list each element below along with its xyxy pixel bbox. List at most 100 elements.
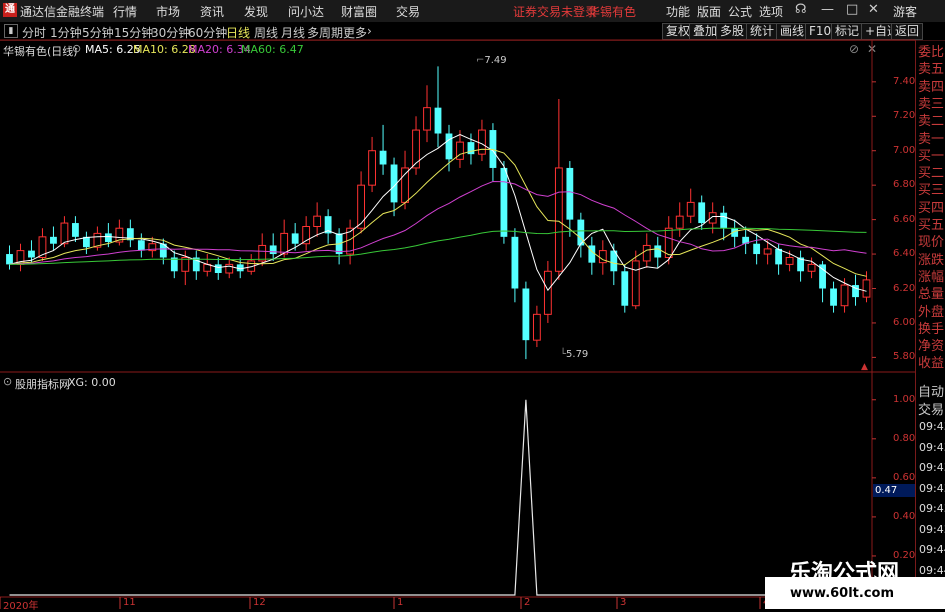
candle-body <box>675 215 684 229</box>
x-axis-label: 2020年 <box>3 601 39 612</box>
candle-body <box>763 248 772 255</box>
candle-body <box>511 236 519 289</box>
quote-field-label: 收益 <box>918 356 945 372</box>
trade-time-label: 09:43 <box>919 461 945 474</box>
indicator-tick-label: 0.80 <box>893 432 916 444</box>
x-axis-label: 12 <box>253 597 266 608</box>
quote-field-label: 买五 <box>918 218 945 233</box>
price-tick-label: 6.20 <box>893 282 916 294</box>
current-value-tag: 0.47 <box>873 484 915 497</box>
candle-body <box>412 129 420 169</box>
candle-body <box>137 240 145 251</box>
watermark-text: 乐淘公式网 <box>789 561 900 586</box>
candle-body <box>423 107 431 131</box>
low-price-label: └5.79 <box>560 349 589 360</box>
ma5-line <box>9 133 867 292</box>
candle-body <box>6 254 13 265</box>
candle-body <box>214 264 222 273</box>
xg-line <box>9 399 867 596</box>
candle-body <box>840 284 849 307</box>
candle-body <box>478 129 486 155</box>
candle-body <box>698 202 706 224</box>
trade-time-label: 09:44 <box>919 563 945 577</box>
candle-body <box>566 167 574 220</box>
candle-body <box>631 260 640 307</box>
candle-body <box>72 223 79 237</box>
quote-field-label: 外盘 <box>918 304 945 320</box>
quote-section-label: 自动 <box>918 385 945 400</box>
trade-time-label: 09:43 <box>919 481 945 495</box>
quote-field-label: 净资 <box>918 339 945 355</box>
price-tick-label: 7.00 <box>893 144 916 156</box>
price-tick-label: 5.80 <box>893 351 916 363</box>
candle-body <box>368 150 376 186</box>
price-tick-label: 6.40 <box>893 248 916 260</box>
kline-chart <box>0 39 915 609</box>
candle-body <box>532 313 541 341</box>
candle-body <box>785 257 794 265</box>
candle-body <box>654 245 662 258</box>
candle-body <box>280 232 289 255</box>
candle-body <box>686 201 695 217</box>
candle-body <box>862 279 871 298</box>
price-tick-label: 6.60 <box>893 213 916 225</box>
candle-body <box>807 263 816 272</box>
trade-time-label: 09:43 <box>919 522 945 536</box>
quote-field-label: 买一 <box>918 148 945 164</box>
candle-body <box>830 288 837 306</box>
quote-field-label: 委比 <box>918 45 945 60</box>
indicator-tick-label: 0.60 <box>893 471 916 483</box>
candle-body <box>445 133 453 160</box>
candle-body <box>269 245 277 255</box>
candle-body <box>720 212 728 229</box>
x-axis-label: 2 <box>524 597 531 608</box>
quote-field-label: 买三 <box>918 183 945 199</box>
candle-body <box>401 167 409 203</box>
watermark-url: www.60lt.com <box>790 586 895 601</box>
candle-body <box>357 184 365 229</box>
trade-time-label: 09:43 <box>919 440 945 454</box>
quote-field-label: 买二 <box>918 166 945 182</box>
quote-field-label: 涨幅 <box>918 269 945 285</box>
candle-body <box>313 215 322 228</box>
candle-body <box>28 250 35 258</box>
candle-body <box>753 243 761 255</box>
candle-body <box>434 107 442 134</box>
quote-field-label: 涨跌 <box>918 252 945 268</box>
price-tick-label: 6.80 <box>893 179 916 191</box>
x-axis-label: 11 <box>123 597 136 608</box>
price-tick-label: 7.40 <box>893 75 916 87</box>
quote-field-label: 现价 <box>918 235 945 251</box>
quote-section-label: 交易 <box>918 403 945 418</box>
trade-time-label: 09:44 <box>919 543 945 556</box>
quote-field-label: 卖五 <box>918 62 945 78</box>
x-axis-label: 1 <box>397 597 404 608</box>
candle-body <box>642 244 651 262</box>
candle-body <box>258 244 267 262</box>
candle-body <box>554 167 563 272</box>
indicator-tick-label: 1.00 <box>893 393 916 405</box>
candle-body <box>543 270 552 315</box>
candle-body <box>775 248 783 265</box>
quote-field-label: 卖二 <box>918 114 945 130</box>
candle-body <box>104 233 112 242</box>
price-tick-label: 7.20 <box>893 110 916 122</box>
candle-body <box>500 167 508 237</box>
candle-body <box>379 150 387 165</box>
candle-body <box>60 222 69 245</box>
candle-body <box>522 288 530 341</box>
high-price-label: ⌐7.49 <box>476 55 507 66</box>
x-axis-label: 3 <box>620 597 627 608</box>
quote-field-label: 买四 <box>918 200 945 216</box>
trade-time-label: 09:43 <box>919 420 945 433</box>
quote-field-label: 卖三 <box>918 96 945 112</box>
ma10-line <box>9 148 867 277</box>
price-tick-label: 6.00 <box>893 316 916 328</box>
candle-body <box>50 236 57 244</box>
quote-field-label: 卖一 <box>918 131 945 147</box>
candle-body <box>291 233 299 244</box>
quote-field-label: 换手 <box>918 321 945 337</box>
quote-field-label: 总量 <box>918 287 945 303</box>
quote-field-label: 卖四 <box>918 79 945 95</box>
scroll-up-icon[interactable]: ▲ <box>861 362 868 372</box>
